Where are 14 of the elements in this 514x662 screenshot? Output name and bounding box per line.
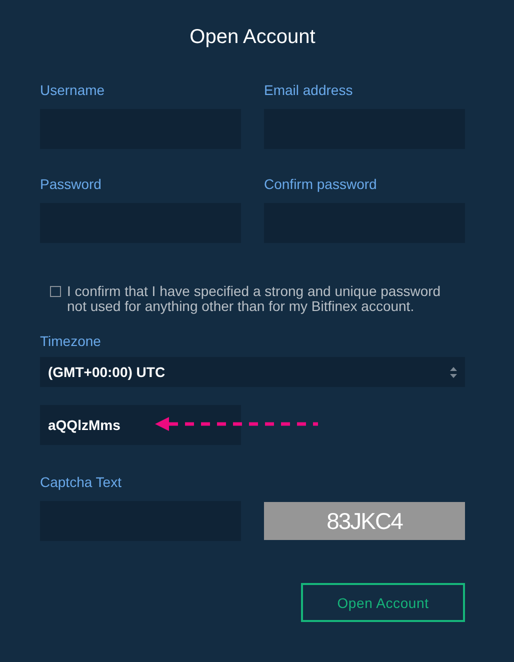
timezone-label: Timezone — [40, 332, 102, 350]
confirm-text: I confirm that I have specified a strong and unique password not used for anything other than for my Bitfinex account. — [67, 284, 442, 314]
open-account-button[interactable]: Open Account — [301, 583, 465, 622]
captcha-label: Captcha Text — [40, 473, 122, 491]
field-label: Username — [40, 81, 106, 99]
captcha-image: 83JKC4 — [264, 502, 465, 540]
sort-icon — [450, 366, 457, 378]
timezone-select[interactable]: (GMT+00:00) UTC — [40, 357, 465, 387]
input-field[interactable]: aQQlzMms — [40, 405, 241, 445]
field-label: Email address — [264, 81, 354, 99]
field-label: Password — [40, 175, 102, 193]
checkbox[interactable] — [50, 286, 61, 297]
form-title: Open Account — [188, 26, 316, 49]
field-label: Confirm password — [264, 175, 378, 193]
